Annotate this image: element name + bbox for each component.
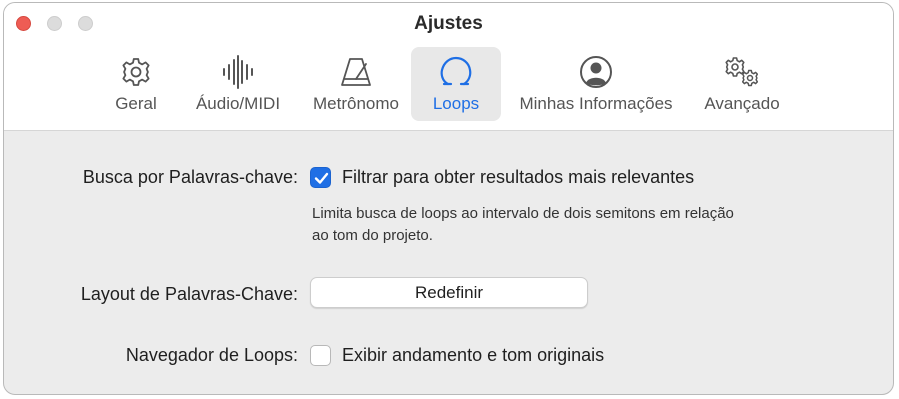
tab-metronomo[interactable]: Metrônomo [302, 47, 410, 121]
window-title: Ajustes [414, 13, 483, 34]
tab-label: Geral [115, 94, 157, 113]
tab-audio-midi[interactable]: Áudio/MIDI [186, 47, 290, 121]
tab-label: Minhas Informações [519, 94, 673, 113]
filter-relevant-checkbox[interactable] [310, 167, 331, 188]
show-original-tempo-key-checkbox[interactable] [310, 345, 331, 366]
tab-label: Áudio/MIDI [195, 94, 281, 113]
reset-button[interactable]: Redefinir [310, 277, 588, 308]
tab-geral[interactable]: Geral [100, 47, 172, 121]
loop-browser-label: Navegador de Loops: [125, 345, 298, 365]
tab-avancado[interactable]: Avançado [692, 47, 792, 121]
tab-label: Metrônomo [313, 94, 399, 113]
filter-help-line-2: ao tom do projeto. [312, 227, 433, 244]
tab-minhas-informacoes[interactable]: Minhas Informações [506, 47, 686, 121]
checkmark-icon [314, 172, 329, 184]
tab-label: Avançado [704, 94, 780, 113]
title-bar: Ajustes Geral Áudio/MIDI Metrônomo Loops… [4, 3, 893, 131]
keyword-layout-label: Layout de Palavras-Chave: [80, 284, 298, 304]
gears-icon [725, 57, 759, 87]
tab-loops[interactable]: Loops [411, 47, 501, 121]
show-original-tempo-key-label[interactable]: Exibir andamento e tom originais [342, 345, 604, 366]
settings-window: Ajustes Geral Áudio/MIDI Metrônomo Loops… [3, 2, 894, 395]
waveform-icon [223, 55, 253, 89]
loop-icon [440, 56, 472, 86]
metronome-icon [341, 58, 371, 86]
filter-help-line-1: Limita busca de loops ao intervalo de do… [312, 205, 734, 222]
person-circle-icon [580, 56, 612, 88]
filter-relevant-label[interactable]: Filtrar para obter resultados mais relev… [342, 167, 694, 188]
tab-label: Loops [432, 94, 480, 113]
keyword-search-label: Busca por Palavras-chave: [82, 167, 298, 187]
gear-icon [122, 58, 150, 86]
loops-settings-pane: Busca por Palavras-chave: Filtrar para o… [4, 131, 893, 394]
